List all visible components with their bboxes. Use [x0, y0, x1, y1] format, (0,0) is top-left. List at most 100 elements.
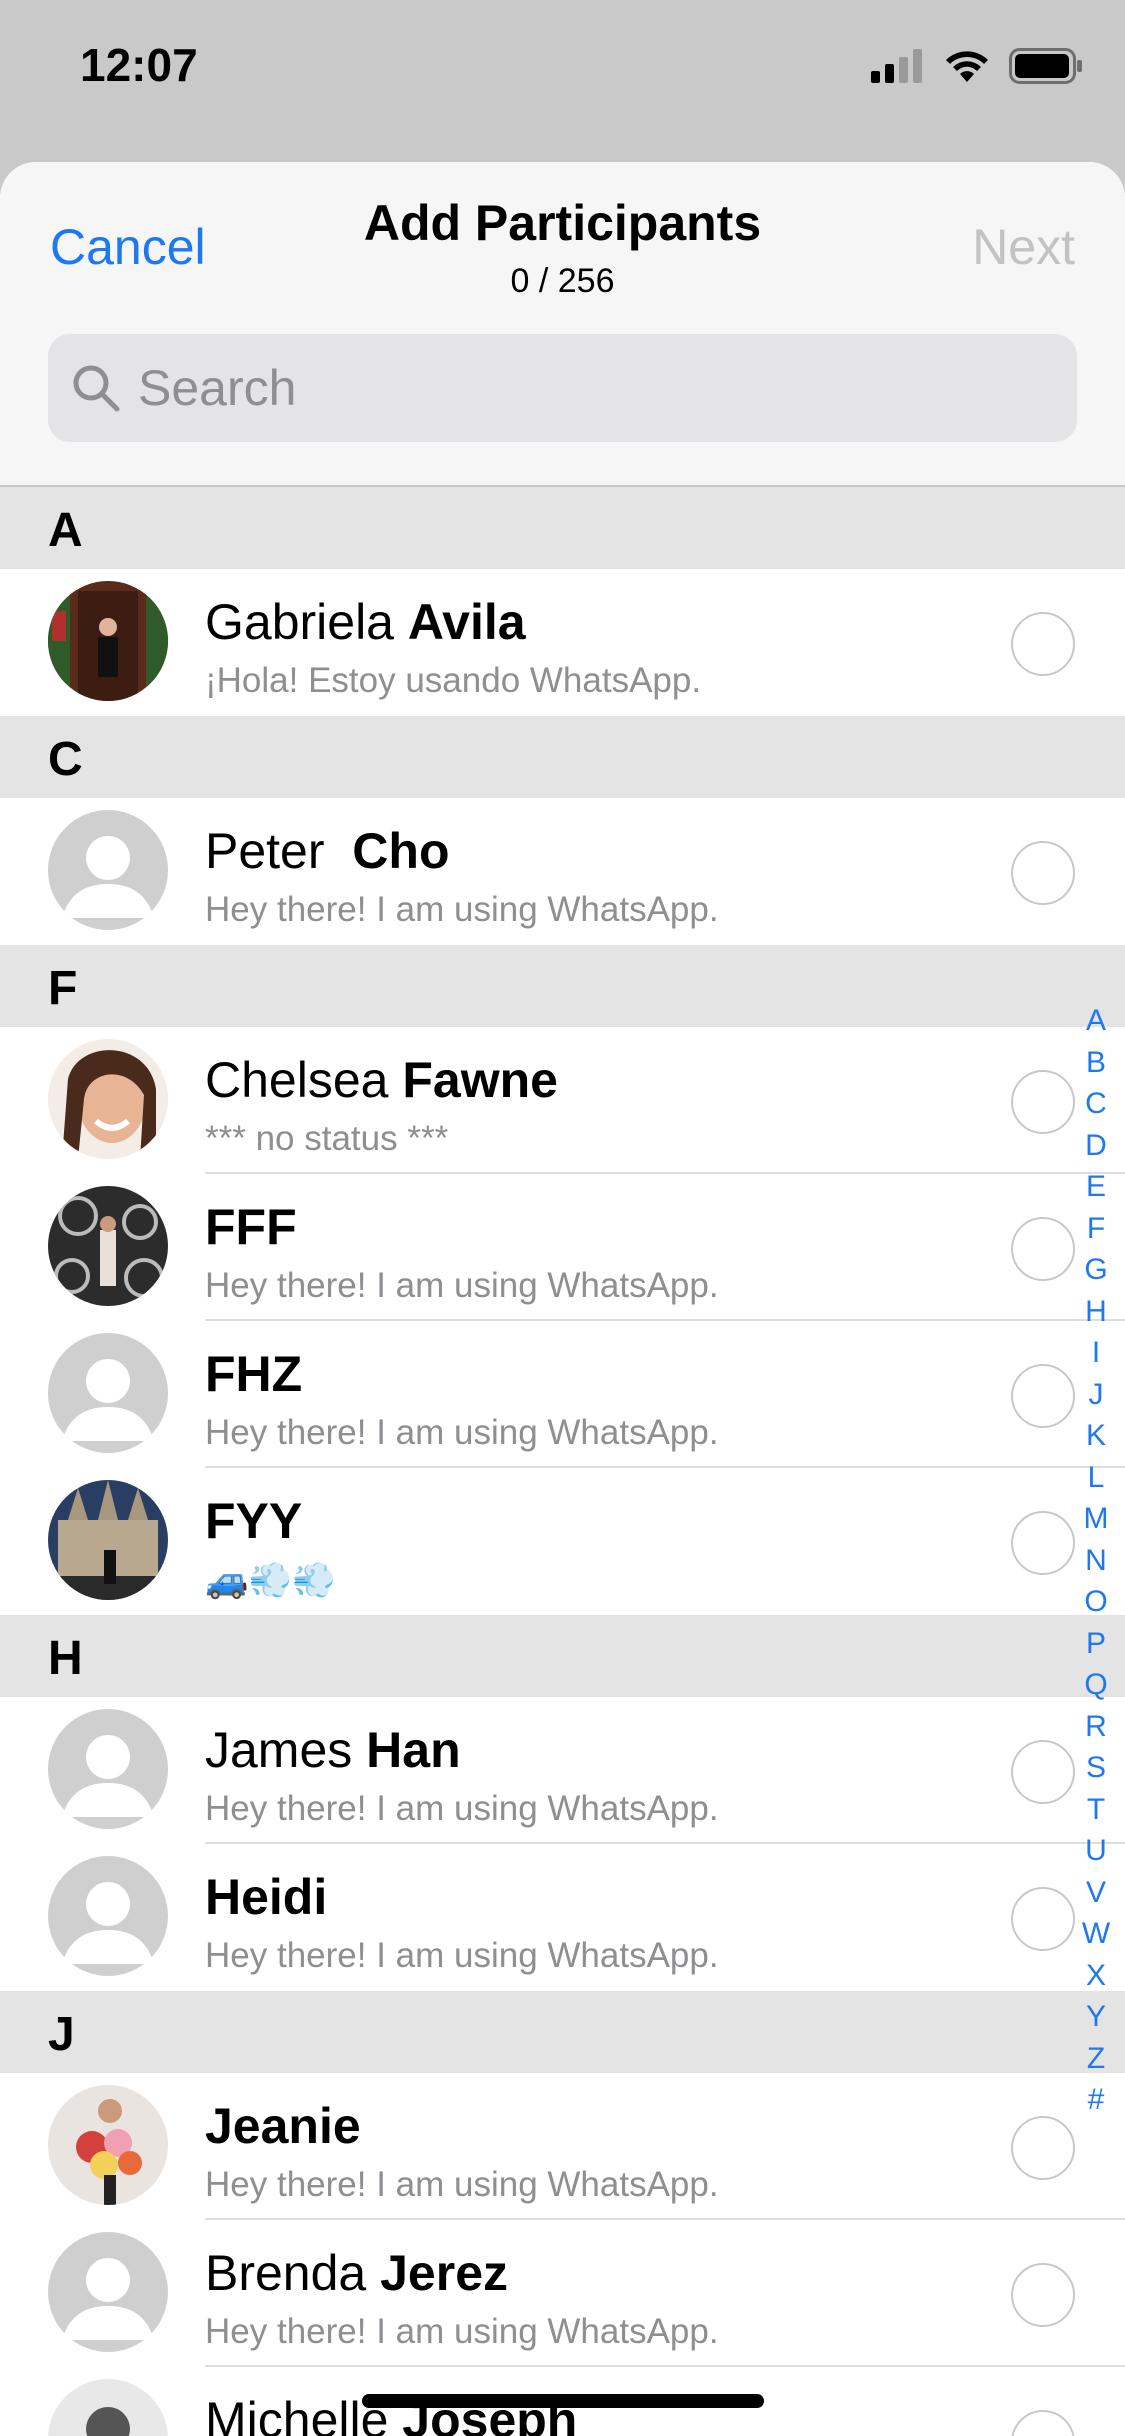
contact-row[interactable]: Gabriela Avila ¡Hola! Estoy usando WhatsA…	[0, 569, 1125, 716]
avatar	[48, 1039, 168, 1159]
section-header-a: A	[0, 487, 1125, 569]
index-letter[interactable]: K	[1086, 1415, 1106, 1457]
contact-name: Chelsea Fawne	[205, 1051, 558, 1109]
page-title: Add Participants	[363, 195, 762, 251]
index-letter[interactable]: #	[1088, 2079, 1105, 2121]
select-checkbox[interactable]	[1011, 1070, 1075, 1134]
index-letter[interactable]: O	[1084, 1581, 1107, 1623]
wifi-icon	[946, 51, 988, 82]
contact-first-name: James	[205, 1722, 367, 1778]
avatar	[48, 1480, 168, 1600]
search-bar[interactable]	[48, 334, 1077, 442]
contact-row[interactable]: FFF Hey there! I am using WhatsApp.	[0, 1174, 1125, 1321]
add-participants-sheet: Cancel Add Participants 0 / 256 Next AGa…	[0, 162, 1125, 2436]
status-icons	[871, 48, 1083, 84]
contact-first-name: Peter	[205, 823, 353, 879]
index-letter[interactable]: X	[1086, 1955, 1106, 1997]
index-letter[interactable]: M	[1084, 1498, 1109, 1540]
contact-status: Hey there! I am using WhatsApp.	[205, 1413, 719, 1452]
index-letter[interactable]: G	[1084, 1249, 1107, 1291]
home-indicator	[362, 2394, 764, 2408]
index-letter[interactable]: L	[1088, 1457, 1105, 1499]
contact-row[interactable]: FYY 🚙💨💨	[0, 1468, 1125, 1615]
index-letter[interactable]: U	[1085, 1830, 1107, 1872]
contact-status: *** no status ***	[205, 1119, 449, 1158]
section-header-f: F	[0, 945, 1125, 1027]
contact-name: FFF	[205, 1198, 297, 1256]
contact-name: Heidi	[205, 1868, 327, 1926]
contact-row[interactable]: Chelsea Fawne *** no status ***	[0, 1027, 1125, 1174]
index-letter[interactable]: C	[1085, 1083, 1107, 1125]
contact-last-name: Heidi	[205, 1869, 328, 1925]
index-letter[interactable]: B	[1086, 1042, 1106, 1084]
default-avatar-icon	[48, 1856, 168, 1976]
index-letter[interactable]: I	[1092, 1332, 1100, 1374]
avatar	[48, 581, 168, 701]
contact-name: Gabriela Avila	[205, 593, 526, 651]
contact-last-name: Cho	[352, 823, 450, 879]
index-letter[interactable]: T	[1087, 1789, 1105, 1831]
index-letter[interactable]: J	[1089, 1374, 1104, 1416]
contact-row[interactable]: Peter Cho Hey there! I am using WhatsApp.	[0, 798, 1125, 945]
index-letter[interactable]: V	[1086, 1872, 1106, 1914]
alphabet-index[interactable]: A B C D E F G H I J K L M N O P Q R S T U V W X Y Z #	[1081, 1000, 1111, 2121]
avatar	[48, 2085, 168, 2205]
select-checkbox[interactable]	[1011, 841, 1075, 905]
contact-row[interactable]: FHZ Hey there! I am using WhatsApp.	[0, 1321, 1125, 1468]
participant-count: 0 / 256	[510, 262, 615, 300]
cellular-signal-icon	[871, 49, 922, 83]
contact-status: ¡Hola! Estoy usando WhatsApp.	[205, 661, 702, 700]
contact-status: Hey there! I am using WhatsApp.	[205, 890, 719, 929]
index-letter[interactable]: E	[1086, 1166, 1106, 1208]
select-checkbox[interactable]	[1011, 1740, 1075, 1804]
select-checkbox[interactable]	[1011, 1887, 1075, 1951]
select-checkbox[interactable]	[1011, 2116, 1075, 2180]
index-letter[interactable]: A	[1086, 1000, 1106, 1042]
select-checkbox[interactable]	[1011, 1217, 1075, 1281]
index-letter[interactable]: S	[1086, 1747, 1106, 1789]
index-letter[interactable]: W	[1082, 1913, 1110, 1955]
contact-name: Peter Cho	[205, 822, 450, 880]
contact-status: Hey there! I am using WhatsApp.	[205, 1266, 719, 1305]
contact-status: Hey there! I am using WhatsApp.	[205, 1936, 719, 1975]
default-avatar-icon	[48, 1333, 168, 1453]
search-icon	[73, 365, 120, 412]
search-input[interactable]	[138, 359, 1038, 417]
contact-last-name: Avila	[407, 594, 526, 650]
select-checkbox[interactable]	[1011, 1364, 1075, 1428]
contact-row[interactable]: James Han Hey there! I am using WhatsApp.	[0, 1697, 1125, 1844]
index-letter[interactable]: D	[1085, 1125, 1107, 1167]
contact-row[interactable]: Brenda Jerez Hey there! I am using WhatsA…	[0, 2220, 1125, 2367]
index-letter[interactable]: Y	[1086, 1996, 1106, 2038]
contact-list: A Gabriela Avila ¡Hola! Estoy usando Whats…	[0, 487, 1125, 2436]
select-checkbox[interactable]	[1011, 2410, 1075, 2436]
status-bar: 12:07	[0, 0, 1125, 140]
select-checkbox[interactable]	[1011, 1511, 1075, 1575]
contact-status: Hey there! I am using WhatsApp.	[205, 2165, 719, 2204]
index-letter[interactable]: R	[1085, 1706, 1107, 1748]
next-button[interactable]: Next	[972, 218, 1075, 276]
index-letter[interactable]: Z	[1087, 2038, 1105, 2080]
default-avatar-icon	[48, 1709, 168, 1829]
index-letter[interactable]: F	[1087, 1208, 1105, 1250]
status-time: 12:07	[80, 39, 198, 91]
default-avatar-icon	[48, 810, 168, 930]
contact-row[interactable]: Jeanie Hey there! I am using WhatsApp.	[0, 2073, 1125, 2220]
contact-row[interactable]: Heidi Hey there! I am using WhatsApp.	[0, 1844, 1125, 1991]
section-header-j: J	[0, 1991, 1125, 2073]
battery-icon	[1009, 48, 1082, 84]
select-checkbox[interactable]	[1011, 2263, 1075, 2327]
index-letter[interactable]: H	[1085, 1291, 1107, 1333]
contact-status: Hey there! I am using WhatsApp.	[205, 2312, 719, 2351]
index-letter[interactable]: P	[1086, 1623, 1106, 1665]
section-header-h: H	[0, 1615, 1125, 1697]
contact-first-name: Chelsea	[205, 1052, 403, 1108]
index-letter[interactable]: N	[1085, 1540, 1107, 1582]
contact-last-name: Jerez	[380, 2245, 509, 2301]
select-checkbox[interactable]	[1011, 612, 1075, 676]
contact-last-name: Jeanie	[205, 2098, 361, 2154]
contact-first-name: Gabriela	[205, 594, 408, 650]
section-header-c: C	[0, 716, 1125, 798]
sheet-header: Cancel Add Participants 0 / 256 Next	[0, 162, 1125, 487]
index-letter[interactable]: Q	[1084, 1664, 1107, 1706]
